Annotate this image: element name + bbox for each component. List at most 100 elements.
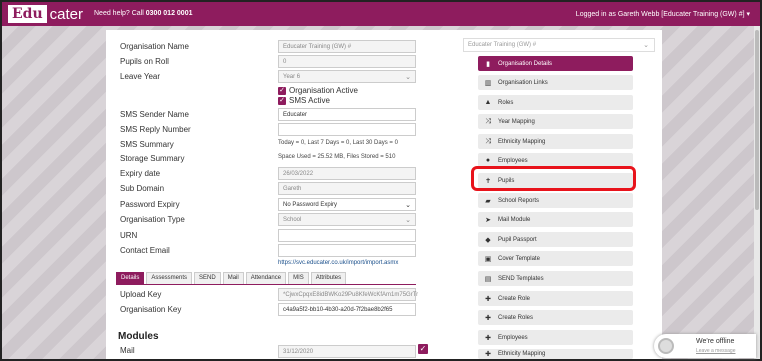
pupils-label: Pupils on Roll [120, 56, 169, 66]
logo-cater: cater [49, 5, 83, 23]
nav-create-roles[interactable]: ✚ Create Roles [478, 310, 633, 325]
page-scrollbar[interactable] [754, 26, 760, 359]
leave-year-value: Year 6 [283, 73, 301, 80]
org-type-select[interactable]: School ⌄ [278, 213, 416, 226]
modules-heading: Modules [118, 331, 159, 342]
lock-icon: ▲ [484, 99, 492, 106]
pwd-expiry-select[interactable]: No Password Expiry ⌄ [278, 198, 416, 211]
org-name-field[interactable]: Educater Training (GW) # [278, 40, 416, 53]
educater-logo[interactable]: Edu cater [8, 5, 83, 23]
chat-widget[interactable]: We're offline Leave a message [654, 334, 756, 358]
institution-icon: ▥ [484, 79, 492, 87]
nav-label: Create Role [498, 295, 531, 302]
sms-active-label: SMS Active [289, 96, 330, 105]
mail-checkbox[interactable]: ✓ [418, 344, 428, 354]
sms-reply-field[interactable] [278, 123, 416, 136]
expiry-field[interactable]: 26/03/2022 [278, 167, 416, 180]
import-link[interactable]: https://svc.educater.co.uk/import/import… [278, 260, 398, 266]
document-icon: ▤ [484, 275, 492, 283]
sms-summary-value: Today = 0, Last 7 Days = 0, Last 30 Days… [278, 140, 398, 146]
tab-bar: Details Assessments SEND Mail Attendance… [116, 271, 416, 285]
tab-assessments[interactable]: Assessments [146, 272, 193, 284]
nav-roles[interactable]: ▲ Roles [478, 95, 633, 110]
org-key-label: Organisation Key [120, 304, 182, 314]
tab-mail[interactable]: Mail [222, 272, 244, 284]
nav-organisation-links[interactable]: ▥ Organisation Links [478, 75, 633, 90]
nav-add-employees[interactable]: ✚ Employees [478, 330, 633, 345]
plus-circle-icon: ✚ [485, 351, 491, 358]
tab-attributes[interactable]: Attributes [310, 272, 347, 284]
chat-icon: ◆ [485, 236, 491, 244]
nav-label: Roles [498, 99, 514, 106]
sms-summary-label: SMS Summary [120, 139, 174, 149]
chat-status: We're offline [696, 338, 735, 345]
nav-send-templates[interactable]: ▤ SEND Templates [478, 271, 633, 286]
nav-label: Create Roles [498, 314, 534, 321]
tab-details[interactable]: Details [116, 272, 145, 284]
file-icon: ▮ [486, 60, 490, 68]
chevron-down-icon: ⌄ [405, 202, 411, 209]
book-icon: ▰ [485, 197, 491, 205]
expiry-label: Expiry date [120, 168, 161, 178]
nav-ethnicity-mapping[interactable]: ⤨ Ethnicity Mapping [478, 134, 633, 149]
nav-label: School Reports [498, 197, 540, 204]
storage-value: Space Used = 25.52 MB, Files Stored = 51… [278, 154, 396, 160]
nav-label: Employees [498, 334, 528, 341]
urn-field[interactable] [278, 229, 416, 242]
leave-message-link[interactable]: Leave a message [696, 348, 735, 354]
nav-school-reports[interactable]: ▰ School Reports [478, 193, 633, 208]
sms-sender-label: SMS Sender Name [120, 109, 189, 119]
org-active-checkbox[interactable]: ✓ Organisation Active [278, 86, 358, 95]
org-type-label: Organisation Type [120, 214, 185, 224]
nav-label: Year Mapping [498, 118, 535, 125]
org-key-field[interactable]: c4a9a5f2-bb10-4b30-a20d-7f2bae8b2f65 [278, 303, 416, 316]
plus-circle-icon: ✚ [485, 314, 491, 322]
nav-mail-module[interactable]: ➤ Mail Module [478, 212, 633, 227]
nav-label: Employees [498, 157, 528, 164]
tab-mis[interactable]: MIS [288, 272, 309, 284]
storage-label: Storage Summary [120, 153, 185, 163]
upload-key-field[interactable]: *CjwxCpqxE8idBWKo29Pu8KfeWcKfAm1m75GrTr [278, 288, 418, 301]
nav-cover-template[interactable]: ▣ Cover Template [478, 251, 633, 266]
upload-key-label: Upload Key [120, 289, 162, 299]
mail-label: Mail [120, 345, 135, 355]
pupils-field[interactable]: 0 [278, 55, 416, 68]
contact-email-field[interactable] [278, 244, 416, 257]
sms-active-checkbox[interactable]: ✓ SMS Active [278, 96, 330, 105]
subdomain-field[interactable]: Gareth [278, 182, 416, 195]
nav-label: Pupil Passport [498, 236, 537, 243]
user-menu[interactable]: Logged in as Gareth Webb [Educater Train… [576, 10, 750, 18]
help-text: Need help? Call 0300 012 0001 [94, 10, 193, 17]
scrollbar-thumb[interactable] [755, 30, 759, 210]
pwd-expiry-label: Password Expiry [120, 199, 180, 209]
nav-add-ethnicity-mapping[interactable]: ✚ Ethnicity Mapping [478, 349, 633, 359]
check-icon: ✓ [278, 86, 286, 95]
nav-label: Ethnicity Mapping [498, 138, 546, 145]
nav-create-role[interactable]: ✚ Create Role [478, 291, 633, 306]
chevron-down-icon: ⌄ [643, 42, 649, 49]
user-icon: ● [485, 157, 491, 164]
shuffle-icon: ⤨ [485, 137, 491, 145]
leave-year-label: Leave Year [120, 71, 161, 81]
contact-email-label: Contact Email [120, 245, 170, 255]
top-bar: Edu cater Need help? Call 0300 012 0001 … [2, 2, 760, 26]
plus-circle-icon: ✚ [485, 295, 491, 303]
nav-organisation-details[interactable]: ▮ Organisation Details [478, 56, 633, 71]
nav-pupil-passport[interactable]: ◆ Pupil Passport [478, 232, 633, 247]
subdomain-label: Sub Domain [120, 183, 165, 193]
send-icon: ➤ [485, 216, 491, 224]
nav-year-mapping[interactable]: ⤨ Year Mapping [478, 114, 633, 129]
sms-reply-label: SMS Reply Number [120, 124, 191, 134]
help-phone: 0300 012 0001 [145, 10, 193, 17]
tab-attendance[interactable]: Attendance [245, 272, 287, 284]
chevron-down-icon: ⌄ [405, 217, 411, 224]
sms-sender-field[interactable]: Educater [278, 108, 416, 121]
tab-send[interactable]: SEND [194, 272, 221, 284]
chevron-down-icon: ⌄ [405, 74, 411, 81]
nav-label: Organisation Links [498, 79, 548, 86]
leave-year-select[interactable]: Year 6 ⌄ [278, 70, 416, 83]
chat-toggle-icon[interactable] [658, 338, 674, 354]
organisation-select[interactable]: Educater Training (GW) # ⌄ [463, 38, 655, 52]
nav-label: SEND Templates [498, 275, 544, 282]
mail-date-field[interactable]: 31/12/2020 [278, 345, 416, 358]
